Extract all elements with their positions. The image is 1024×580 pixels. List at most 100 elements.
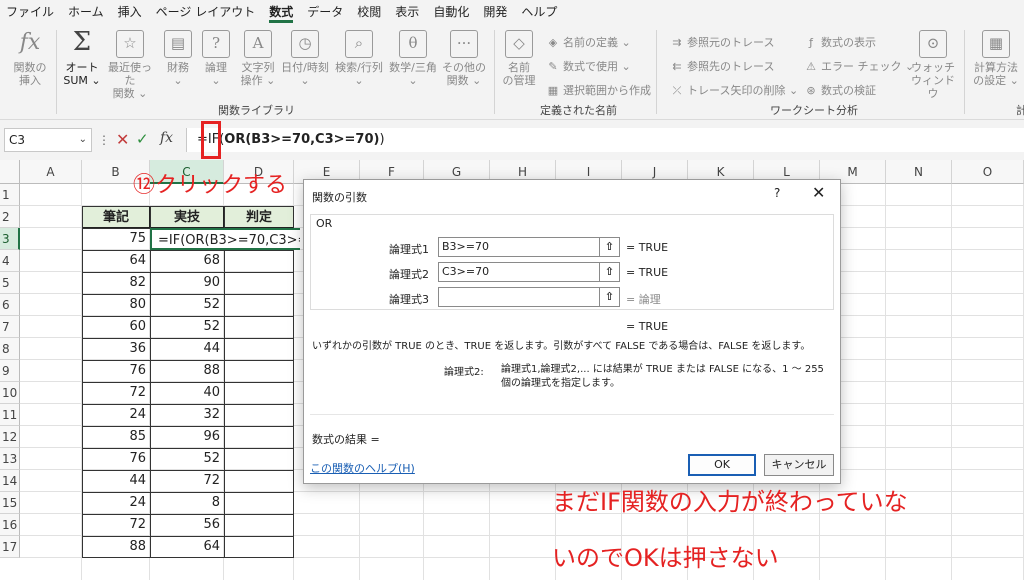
- row-header[interactable]: 11: [0, 404, 20, 426]
- text-button[interactable]: A 文字列 操作 ⌄: [238, 30, 278, 87]
- table-cell[interactable]: [224, 448, 294, 470]
- datetime-button[interactable]: ◷ 日付/時刻 ⌄: [280, 30, 330, 87]
- arg-input-1[interactable]: B3>=70: [438, 237, 600, 257]
- name-manager-button[interactable]: ◇ 名前 の管理: [500, 30, 538, 87]
- row-header[interactable]: 6: [0, 294, 20, 316]
- table-cell[interactable]: 56: [150, 514, 224, 536]
- arg-input-2[interactable]: C3>=70: [438, 262, 600, 282]
- table-header-cell[interactable]: 実技: [150, 206, 224, 228]
- menu-tab[interactable]: 数式: [269, 0, 294, 24]
- evaluate-formula-button[interactable]: ⊛ 数式の検証: [804, 82, 876, 98]
- menu-tab[interactable]: ヘルプ: [521, 0, 557, 24]
- table-cell[interactable]: 72: [82, 382, 150, 404]
- table-cell[interactable]: 82: [82, 272, 150, 294]
- row-header[interactable]: 5: [0, 272, 20, 294]
- watch-window-button[interactable]: ⊙ ウォッチ ウィンドウ: [908, 30, 958, 100]
- table-cell[interactable]: 76: [82, 360, 150, 382]
- menu-tab[interactable]: 開発: [483, 0, 507, 24]
- row-header[interactable]: 10: [0, 382, 20, 404]
- table-cell[interactable]: [224, 338, 294, 360]
- menu-tab[interactable]: ファイル: [6, 0, 54, 24]
- logical-button[interactable]: ? 論理 ⌄: [198, 30, 234, 87]
- table-cell[interactable]: 64: [150, 536, 224, 558]
- table-cell[interactable]: 44: [82, 470, 150, 492]
- table-cell[interactable]: 76: [82, 448, 150, 470]
- remove-arrows-button[interactable]: ⤫ トレース矢印の削除 ⌄: [670, 82, 799, 98]
- row-header[interactable]: 15: [0, 492, 20, 514]
- editing-cell-c3[interactable]: =IF(OR(B3>=70,C3>=70: [150, 228, 300, 250]
- table-header-cell[interactable]: 判定: [224, 206, 294, 228]
- lookup-button[interactable]: ⌕ 検索/行列 ⌄: [334, 30, 384, 87]
- create-from-selection-button[interactable]: ▦ 選択範囲から作成: [546, 82, 651, 98]
- trace-dependents-button[interactable]: ⇇ 参照先のトレース: [670, 58, 774, 74]
- menu-tab[interactable]: ホーム: [68, 0, 104, 24]
- error-checking-button[interactable]: ⚠ エラー チェック ⌄: [804, 58, 914, 74]
- table-cell[interactable]: 60: [82, 316, 150, 338]
- menu-tab[interactable]: 挿入: [118, 0, 142, 24]
- collapse-arrow-icon[interactable]: ⇧: [600, 287, 620, 307]
- row-header[interactable]: 4: [0, 250, 20, 272]
- autosum-button[interactable]: Σ オート SUM ⌄: [60, 29, 104, 87]
- table-cell[interactable]: 52: [150, 294, 224, 316]
- table-cell[interactable]: [224, 492, 294, 514]
- table-cell[interactable]: 32: [150, 404, 224, 426]
- column-header[interactable]: O: [952, 160, 1024, 184]
- row-header[interactable]: 3: [0, 228, 20, 250]
- fx-icon[interactable]: fx: [160, 130, 173, 146]
- collapse-arrow-icon[interactable]: ⇧: [600, 237, 620, 257]
- table-cell[interactable]: [224, 514, 294, 536]
- row-header[interactable]: 2: [0, 206, 20, 228]
- menu-tab[interactable]: 表示: [395, 0, 419, 24]
- table-cell[interactable]: 85: [82, 426, 150, 448]
- table-cell[interactable]: 80: [82, 294, 150, 316]
- table-cell[interactable]: 75: [82, 228, 150, 250]
- financial-button[interactable]: ▤ 財務 ⌄: [160, 30, 196, 87]
- table-cell[interactable]: 88: [82, 536, 150, 558]
- define-name-button[interactable]: ◈ 名前の定義 ⌄: [546, 34, 631, 50]
- more-dots-icon[interactable]: ⋮: [98, 133, 110, 147]
- cancel-button[interactable]: キャンセル: [764, 454, 834, 476]
- ok-button[interactable]: OK: [688, 454, 756, 476]
- row-header[interactable]: 13: [0, 448, 20, 470]
- row-header[interactable]: 12: [0, 426, 20, 448]
- column-header[interactable]: A: [20, 160, 82, 184]
- row-header[interactable]: 16: [0, 514, 20, 536]
- table-cell[interactable]: 90: [150, 272, 224, 294]
- table-cell[interactable]: [224, 382, 294, 404]
- row-header[interactable]: 9: [0, 360, 20, 382]
- table-cell[interactable]: [224, 272, 294, 294]
- table-cell[interactable]: [224, 316, 294, 338]
- table-cell[interactable]: 24: [82, 492, 150, 514]
- table-cell[interactable]: [224, 404, 294, 426]
- table-cell[interactable]: 72: [150, 470, 224, 492]
- table-cell[interactable]: 24: [82, 404, 150, 426]
- close-icon[interactable]: ✕: [812, 183, 825, 202]
- table-cell[interactable]: 52: [150, 448, 224, 470]
- table-cell[interactable]: [224, 536, 294, 558]
- table-cell[interactable]: 68: [150, 250, 224, 272]
- table-cell[interactable]: 72: [82, 514, 150, 536]
- row-header[interactable]: 17: [0, 536, 20, 558]
- row-header[interactable]: 1: [0, 184, 20, 206]
- menu-tab[interactable]: ページ レイアウト: [156, 0, 256, 24]
- table-cell[interactable]: [224, 360, 294, 382]
- trace-precedents-button[interactable]: ⇉ 参照元のトレース: [670, 34, 774, 50]
- table-cell[interactable]: [224, 250, 294, 272]
- menu-tab[interactable]: 自動化: [433, 0, 469, 24]
- recent-functions-button[interactable]: ☆ 最近使った 関数 ⌄: [104, 30, 156, 100]
- name-box[interactable]: C3 ⌄: [4, 128, 92, 152]
- arg-input-3[interactable]: [438, 287, 600, 307]
- show-formulas-button[interactable]: ƒ 数式の表示: [804, 34, 876, 50]
- table-cell[interactable]: 52: [150, 316, 224, 338]
- insert-function-button[interactable]: fx 関数の 挿入: [10, 30, 50, 87]
- select-all-corner[interactable]: [0, 160, 20, 184]
- table-cell[interactable]: [224, 426, 294, 448]
- calc-options-button[interactable]: ▦ 計算方法 の設定 ⌄: [970, 30, 1022, 87]
- math-button[interactable]: θ 数学/三角 ⌄: [388, 30, 438, 87]
- check-icon[interactable]: ✓: [136, 130, 149, 148]
- collapse-arrow-icon[interactable]: ⇧: [600, 262, 620, 282]
- table-cell[interactable]: 40: [150, 382, 224, 404]
- table-cell[interactable]: 96: [150, 426, 224, 448]
- more-functions-button[interactable]: ··· その他の 関数 ⌄: [442, 30, 486, 87]
- table-cell[interactable]: 8: [150, 492, 224, 514]
